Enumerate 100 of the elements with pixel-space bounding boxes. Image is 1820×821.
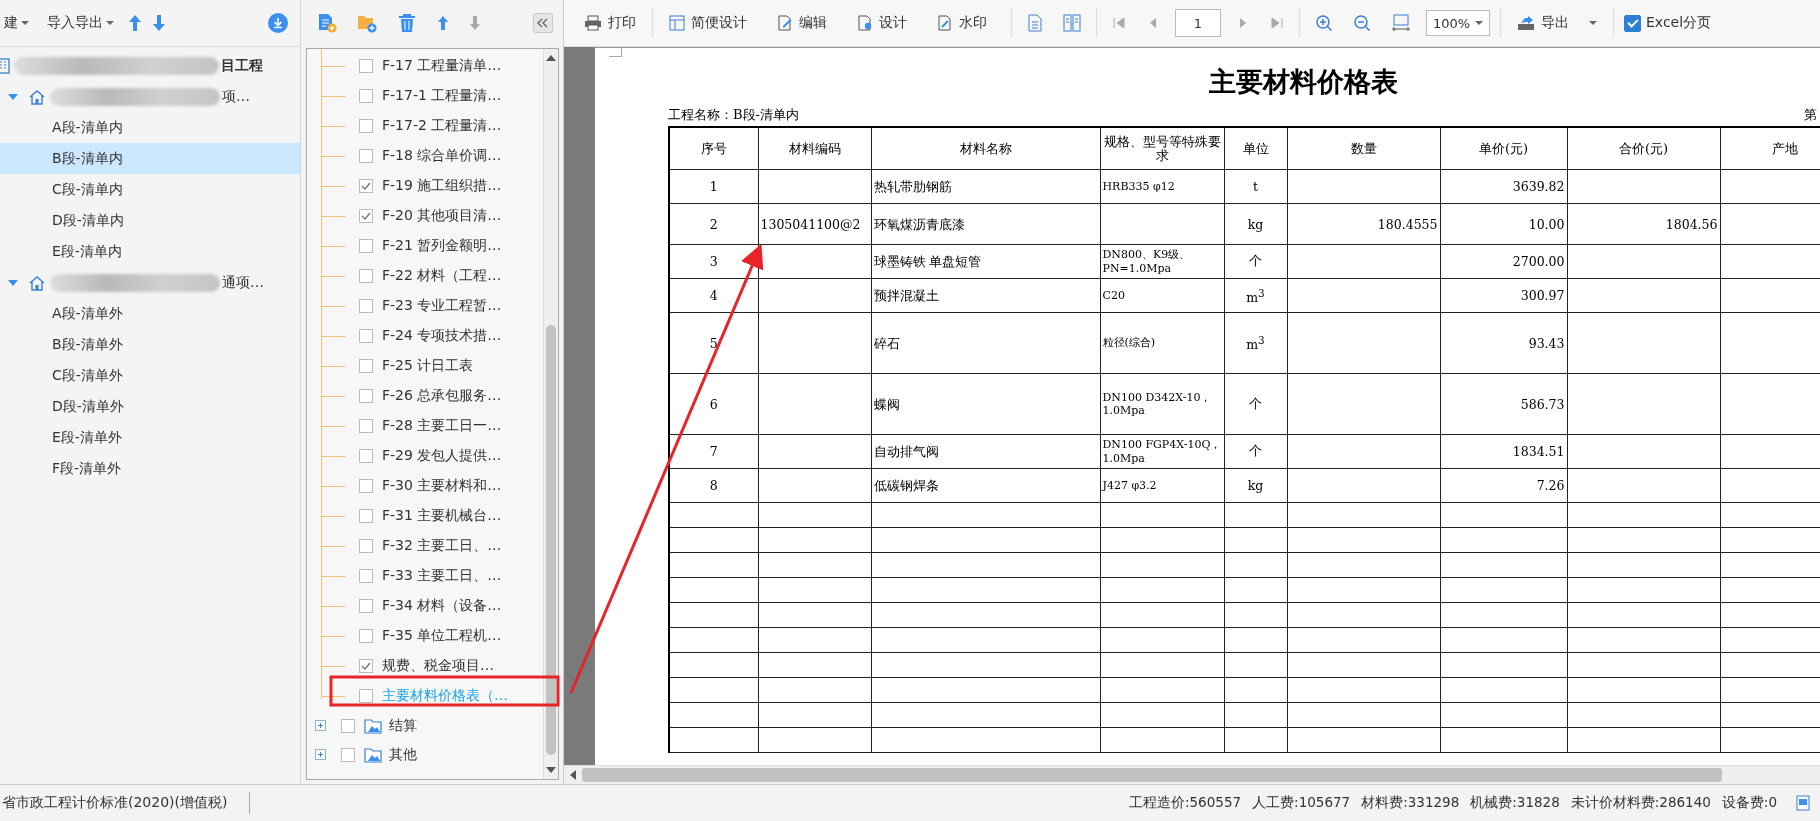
report-item[interactable]: F-31 主要机械台… [382,506,502,526]
report-item[interactable]: F-21 暂列金额明… [382,236,502,256]
fit-page-icon[interactable] [1391,14,1411,32]
tree-item[interactable]: C段-清单内 [0,174,300,205]
checkbox[interactable] [359,89,373,103]
table-cell: kg [1247,478,1264,493]
scrollbar[interactable] [543,49,558,779]
checkbox[interactable] [359,389,373,403]
panel-icon[interactable] [1796,795,1810,811]
checkbox[interactable] [359,659,373,673]
design-button[interactable]: 设计 [851,8,913,38]
checkbox[interactable] [359,59,373,73]
zoom-out-icon[interactable] [1353,14,1371,32]
checkbox[interactable] [359,419,373,433]
download-icon[interactable] [268,13,288,33]
checkbox[interactable] [359,299,373,313]
up-arrow-icon[interactable] [128,14,142,32]
checkbox[interactable] [359,239,373,253]
edit-button[interactable]: 编辑 [771,8,833,38]
report-group[interactable]: 结算 [389,716,417,735]
checkbox[interactable] [341,747,355,762]
tree-item[interactable]: B段-清单外 [0,329,300,360]
first-page-icon[interactable] [1112,16,1126,30]
excel-pagination-checkbox[interactable]: Excel分页 [1624,14,1720,32]
single-page-icon[interactable] [1027,14,1043,32]
report-item[interactable]: F-34 材料（设备… [382,596,502,616]
report-item[interactable]: F-26 总承包服务… [382,386,502,406]
checkbox[interactable] [359,149,373,163]
table-cell: DN800、K9级、PN=1.0Mpa [1102,248,1191,275]
checkbox[interactable] [359,569,373,583]
report-item[interactable]: F-32 主要工日、… [382,536,502,556]
checkbox[interactable] [359,479,373,493]
add-file-icon[interactable] [317,13,337,33]
page-number-field[interactable]: 1 [1175,9,1221,37]
print-button[interactable]: 打印 [578,8,642,38]
menu-button[interactable]: 建 [0,9,33,37]
report-item[interactable]: F-17 工程量清单… [382,56,502,76]
checkbox[interactable] [359,119,373,133]
checkbox[interactable] [359,209,373,223]
column-header: 规格、型号等特殊要求 [1100,127,1224,170]
report-item[interactable]: F-19 施工组织措… [382,176,502,196]
table-cell: 低碳钢焊条 [873,478,939,493]
tree-item[interactable]: A段-清单外 [0,298,300,329]
collapse-icon[interactable] [533,13,553,33]
simple-design-button[interactable]: 简便设计 [663,8,753,38]
report-group[interactable]: 其他 [389,745,417,764]
report-item[interactable]: 规费、税金项目… [382,656,494,676]
down-arrow-icon[interactable] [469,15,481,31]
checkbox[interactable] [359,179,373,193]
zoom-dropdown[interactable]: 100% [1426,10,1490,36]
report-item[interactable]: F-33 主要工日、… [382,566,502,586]
watermark-button[interactable]: 水印 [931,8,993,38]
report-item[interactable]: F-18 综合单价调… [382,146,502,166]
checkbox[interactable] [359,539,373,553]
expand-icon[interactable] [315,720,326,731]
tree-item[interactable]: A段-清单内 [0,112,300,143]
checkbox[interactable] [1624,14,1641,32]
scrollbar[interactable] [564,765,1820,784]
checkbox[interactable] [359,689,373,703]
export-button[interactable]: 导出 [1511,8,1603,38]
tree-item[interactable]: 目工程 [0,50,300,81]
expander-icon[interactable] [8,279,18,286]
tree-item[interactable]: E段-清单内 [0,236,300,267]
report-item[interactable]: F-30 主要材料和… [382,476,502,496]
report-item[interactable]: F-20 其他项目清… [382,206,502,226]
checkbox[interactable] [359,329,373,343]
tree-item[interactable]: 项… [0,81,300,112]
tree-item[interactable]: B段-清单内 [0,143,300,174]
last-page-icon[interactable] [1270,16,1284,30]
report-item[interactable]: F-35 单位工程机… [382,626,502,646]
add-folder-icon[interactable] [357,13,377,33]
zoom-in-icon[interactable] [1315,14,1333,32]
report-item[interactable]: F-24 专项技术措… [382,326,502,346]
checkbox[interactable] [359,599,373,613]
checkbox[interactable] [359,269,373,283]
checkbox[interactable] [359,509,373,523]
two-page-icon[interactable] [1063,14,1081,32]
report-item[interactable]: F-17-2 工程量清… [382,116,502,136]
up-arrow-icon[interactable] [437,15,449,31]
report-item[interactable]: F-25 计日工表 [382,356,474,376]
report-item[interactable]: F-29 发包人提供… [382,446,502,466]
report-item[interactable]: F-22 材料（工程… [382,266,502,286]
checkbox[interactable] [359,359,373,373]
tree-item[interactable]: D段-清单内 [0,205,300,236]
tree-item[interactable]: E段-清单外 [0,422,300,453]
checkbox[interactable] [341,718,355,733]
tree-item[interactable]: 通项… [0,267,300,298]
report-item[interactable]: F-17-1 工程量清… [382,86,502,106]
expand-icon[interactable] [315,749,326,760]
trash-icon[interactable] [397,13,417,33]
expander-icon[interactable] [8,93,18,100]
checkbox[interactable] [359,629,373,643]
report-item[interactable]: F-23 专业工程暂… [382,296,502,316]
down-arrow-icon[interactable] [152,14,166,32]
report-item[interactable]: F-28 主要工日一… [382,416,502,436]
tree-item[interactable]: C段-清单外 [0,360,300,391]
tree-item[interactable]: F段-清单外 [0,453,300,484]
checkbox[interactable] [359,449,373,463]
menu-button[interactable]: 导入导出 [43,9,118,37]
tree-item[interactable]: D段-清单外 [0,391,300,422]
